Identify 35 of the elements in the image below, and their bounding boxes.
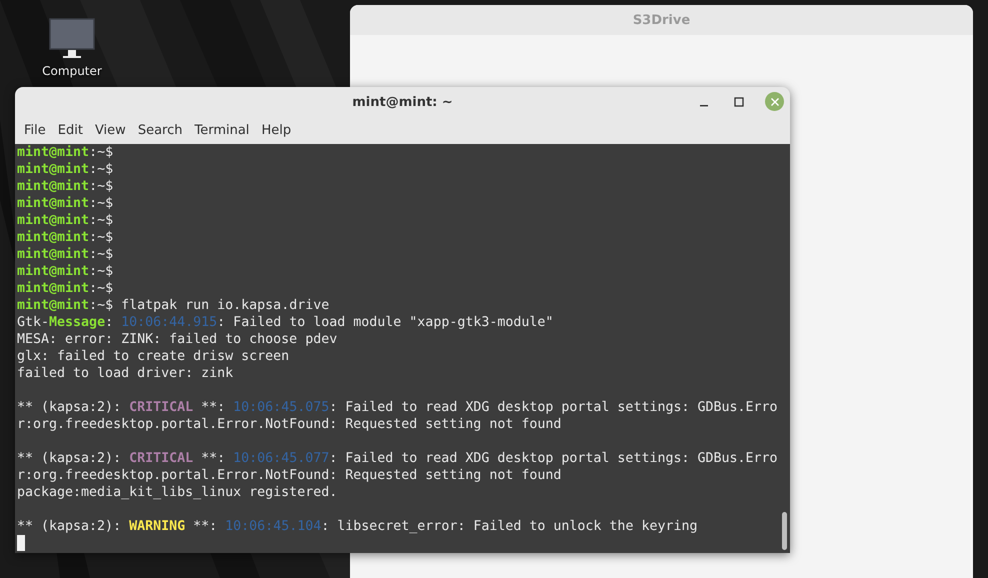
- terminal-line: mint@mint:~$: [17, 229, 114, 246]
- minimize-icon: [700, 104, 708, 106]
- terminal-line: Gtk-Message: 10:06:44.915: Failed to load module "xapp-gtk3-module": [17, 314, 554, 331]
- menu-item[interactable]: Terminal: [188, 123, 256, 138]
- desktop-icon-label: Computer: [42, 64, 102, 78]
- menu-item[interactable]: Help: [255, 123, 298, 138]
- terminal-line: r:org.freedesktop.portal.Error.NotFound: Requested setting not found: [17, 467, 562, 484]
- text-cursor: [17, 535, 25, 551]
- terminal-line: ** (kapsa:2): WARNING **: 10:06:45.104: libsecret_error: Failed to unlock the keyring: [17, 518, 698, 535]
- terminal-line: glx: failed to create drisw screen: [17, 348, 290, 365]
- menu-item[interactable]: File: [18, 123, 52, 138]
- close-icon: [770, 96, 780, 106]
- terminal-line: package:media_kit_libs_linux registered.: [17, 484, 338, 501]
- menu-item[interactable]: Edit: [52, 123, 89, 138]
- terminal-line: mint@mint:~$: [17, 178, 114, 195]
- terminal-line: mint@mint:~$: [17, 195, 114, 212]
- scrollbar-thumb[interactable]: [782, 512, 787, 550]
- maximize-icon: [734, 96, 744, 106]
- terminal-line: mint@mint:~$: [17, 212, 114, 229]
- terminal-line: mint@mint:~$: [17, 144, 114, 161]
- terminal-line: ** (kapsa:2): CRITICAL **: 10:06:45.075: Failed to read XDG desktop portal settings: GDBus.Erro: [17, 399, 779, 416]
- window-title: mint@mint: ~: [352, 94, 453, 110]
- terminal-line: mint@mint:~$: [17, 161, 114, 178]
- menu-item[interactable]: View: [88, 123, 132, 138]
- menu-item[interactable]: Search: [132, 123, 188, 138]
- monitor-icon[interactable]: [49, 18, 95, 60]
- terminal-line: mint@mint:~$: [17, 246, 114, 263]
- terminal-line: mint@mint:~$: [17, 280, 114, 297]
- terminal-line: mint@mint:~$: [17, 263, 114, 280]
- terminal-line: r:org.freedesktop.portal.Error.NotFound: Requested setting not found: [17, 416, 562, 433]
- terminal-line: failed to load driver: zink: [17, 365, 234, 382]
- terminal-line: ** (kapsa:2): CRITICAL **: 10:06:45.077: Failed to read XDG desktop portal settings: GDBus.Erro: [17, 450, 779, 467]
- terminal-line: MESA: error: ZINK: failed to choose pdev: [17, 331, 338, 348]
- terminal-line: mint@mint:~$ flatpak run io.kapsa.drive: [17, 297, 330, 314]
- window-title: S3Drive: [632, 12, 690, 28]
